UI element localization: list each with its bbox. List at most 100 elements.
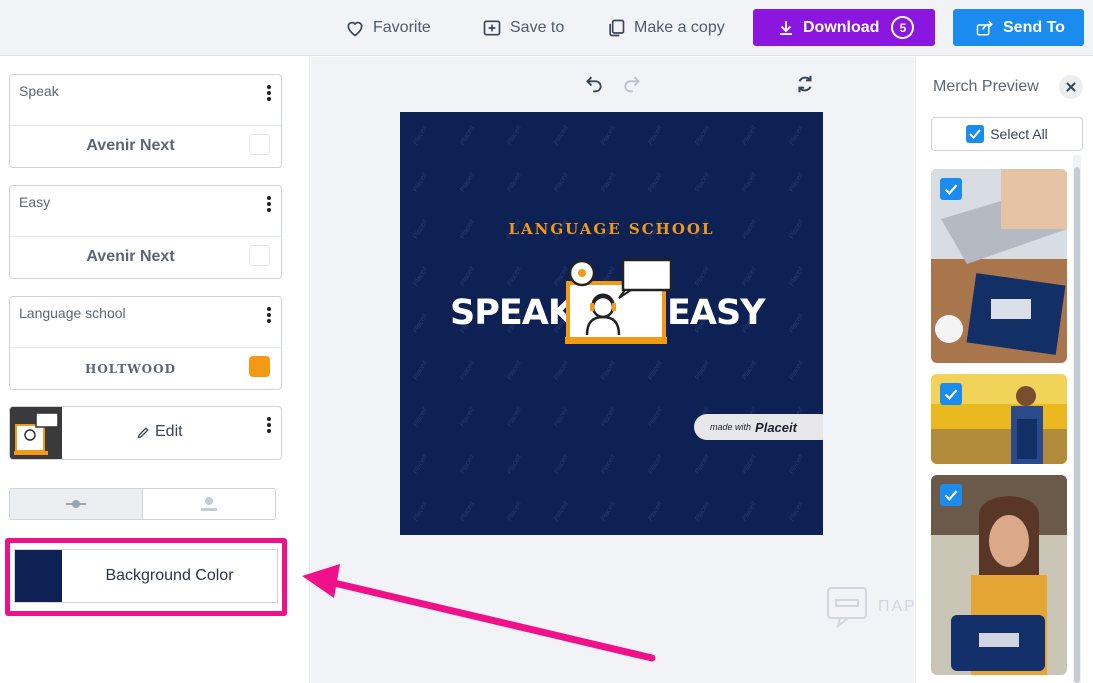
make-copy-button[interactable]: Make a copy — [606, 12, 725, 44]
watermark-mark: Placeit — [694, 453, 711, 476]
refresh-icon — [798, 75, 812, 93]
watermark-mark: Placeit — [506, 359, 523, 382]
divider — [10, 347, 281, 348]
watermark-mark: Placeit — [553, 406, 570, 429]
view-toggle — [9, 488, 276, 520]
text-layer-easy[interactable]: Easy Avenir Next — [9, 185, 282, 279]
annotation-arrow — [302, 564, 656, 662]
close-icon — [1066, 82, 1076, 92]
design-word-right[interactable]: EASY — [667, 293, 766, 333]
close-merch-button[interactable] — [1059, 75, 1083, 99]
text-layer-language-school[interactable]: Language school HOLTWOOD — [9, 296, 282, 390]
watermark-mark: Placeit — [412, 406, 429, 429]
watermark-mark: Placeit — [553, 171, 570, 194]
download-icon — [780, 20, 792, 35]
watermark-mark: Placeit — [600, 171, 617, 194]
teacher-screen-illustration[interactable] — [563, 257, 678, 345]
favorite-label: Favorite — [373, 19, 431, 36]
pencil-icon — [137, 426, 149, 438]
font-selector[interactable]: HOLTWOOD — [10, 362, 251, 376]
watermark-mark: Placeit — [694, 359, 711, 382]
more-options-icon[interactable] — [267, 417, 271, 435]
watermark-mark: Placeit — [741, 265, 758, 288]
person-view-tab[interactable] — [143, 489, 275, 519]
watermark-mark: Placeit — [553, 124, 570, 147]
watermark-mark: Placeit — [694, 500, 711, 523]
more-options-icon[interactable] — [267, 85, 271, 101]
copy-icon — [609, 19, 625, 37]
history-controls — [583, 73, 643, 93]
design-top-text[interactable]: LANGUAGE SCHOOL — [400, 220, 823, 238]
merch-preview-title: Merch Preview — [933, 78, 1039, 95]
watermark-mark: Placeit — [600, 406, 617, 429]
save-to-button[interactable]: Save to — [482, 12, 564, 44]
watermark-mark: Placeit — [741, 500, 758, 523]
layer-text: Speak — [19, 83, 59, 99]
download-count-badge: 5 — [891, 16, 915, 39]
merch-item-pouch[interactable] — [931, 475, 1067, 675]
watermark-mark: Placeit — [741, 359, 758, 382]
redo-icon[interactable] — [621, 73, 643, 93]
background-color-row[interactable]: Background Color — [14, 549, 278, 603]
select-all-label: Select All — [990, 126, 1048, 142]
download-button[interactable]: Download 5 — [753, 9, 935, 46]
design-preview[interactable]: Placeit Placeit Placeit Placeit Placeit Place… — [400, 112, 823, 535]
more-options-icon[interactable] — [267, 196, 271, 212]
more-options-icon[interactable] — [267, 307, 271, 323]
edit-graphic-button[interactable]: Edit — [136, 423, 183, 441]
font-selector[interactable]: Avenir Next — [10, 248, 251, 266]
undo-icon[interactable] — [583, 73, 605, 93]
reset-button[interactable] — [794, 73, 816, 100]
send-to-label: Send To — [1003, 18, 1065, 36]
layer-text: Language school — [19, 305, 126, 321]
badge-small-text: made with — [710, 422, 752, 432]
watermark-mark: Placeit — [694, 171, 711, 194]
text-color-swatch[interactable] — [249, 134, 270, 155]
make-copy-label: Make a copy — [634, 19, 725, 36]
watermark-mark: Placeit — [788, 124, 805, 147]
merch-scrollbar[interactable] — [1073, 155, 1081, 683]
watermark-mark: Placeit — [647, 500, 664, 523]
share-icon — [976, 20, 993, 35]
design-word-left[interactable]: SPEAK — [450, 293, 575, 333]
watermark-mark: Placeit — [459, 406, 476, 429]
watermark-mark: Placeit — [459, 359, 476, 382]
watermark-mark: Placeit — [506, 171, 523, 194]
watermark-mark: Placeit — [741, 171, 758, 194]
graphic-layer[interactable]: Edit — [9, 406, 282, 460]
layers-panel: Speak Avenir Next Easy Avenir Next Langu… — [0, 57, 310, 683]
chat-bubble-icon — [827, 587, 867, 628]
text-layer-speak[interactable]: Speak Avenir Next — [9, 74, 282, 168]
send-to-button[interactable]: Send To — [953, 9, 1084, 46]
merch-item-checkbox[interactable] — [940, 178, 962, 200]
font-selector[interactable]: Avenir Next — [10, 137, 251, 155]
text-color-swatch[interactable] — [249, 356, 270, 377]
text-color-swatch[interactable] — [249, 245, 270, 266]
watermark-mark: Placeit — [506, 453, 523, 476]
merch-item-checkbox[interactable] — [940, 383, 962, 405]
watermark-mark: Placeit — [600, 359, 617, 382]
merch-item-notebook[interactable] — [931, 169, 1067, 363]
checkbox-checked-icon — [966, 125, 985, 143]
merch-item-apron[interactable] — [931, 374, 1067, 464]
watermark-mark: Placeit — [412, 453, 429, 476]
merch-item-checkbox[interactable] — [940, 484, 962, 506]
download-label: Download — [803, 18, 880, 36]
watermark-mark: Placeit — [788, 312, 805, 335]
scrollbar-thumb[interactable] — [1074, 167, 1080, 683]
watermark-mark: Placeit — [459, 453, 476, 476]
save-to-label: Save to — [510, 19, 565, 36]
favorite-button[interactable]: Favorite — [345, 12, 431, 44]
heart-icon — [347, 21, 363, 37]
select-all-button[interactable]: Select All — [931, 117, 1083, 151]
watermark-mark: Placeit — [600, 500, 617, 523]
watermark-mark: Placeit — [553, 500, 570, 523]
divider — [10, 236, 281, 237]
graphic-thumbnail — [10, 407, 62, 459]
watermark-mark: Placeit — [506, 500, 523, 523]
slider-view-tab[interactable] — [10, 489, 143, 519]
watermark-mark: Placeit — [741, 124, 758, 147]
watermark-mark: Placeit — [506, 265, 523, 288]
watermark-mark: Placeit — [741, 453, 758, 476]
background-color-swatch[interactable] — [15, 550, 62, 602]
